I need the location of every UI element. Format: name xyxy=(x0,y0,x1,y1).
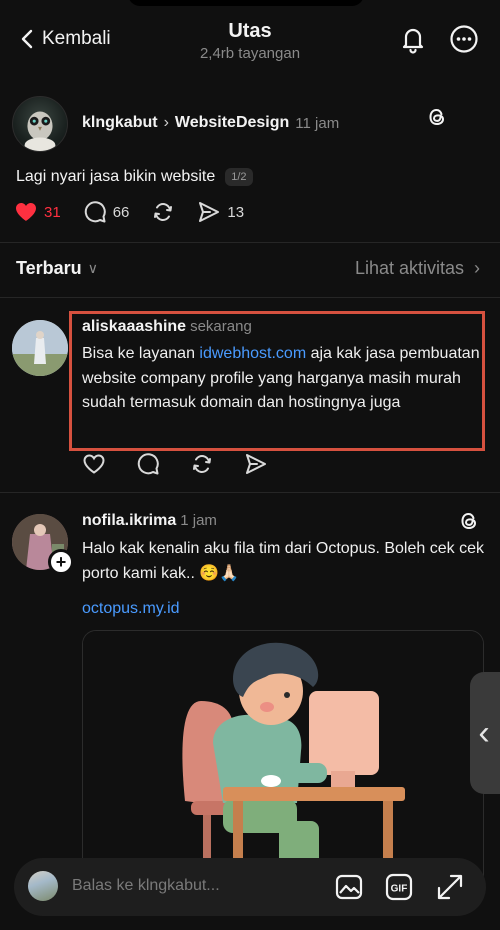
sort-dropdown[interactable]: Terbaru ∨ xyxy=(16,258,98,279)
page-title: Utas xyxy=(228,20,272,42)
gif-icon[interactable]: GIF xyxy=(384,872,414,902)
reply-count: 66 xyxy=(112,203,130,221)
title-block: Utas 2,4rb tayangan xyxy=(150,20,350,62)
post-actions: 31 66 13 xyxy=(14,200,266,224)
reply-text: Halo kak kenalin aku fila tim dari Octop… xyxy=(82,540,484,582)
reply-link[interactable]: octopus.my.id xyxy=(82,597,180,622)
reply-time: 1 jam xyxy=(180,512,217,529)
follow-plus-button[interactable]: + xyxy=(48,549,74,575)
sort-label: Terbaru xyxy=(16,258,82,278)
reply-author[interactable]: aliskaaashine xyxy=(82,318,186,335)
chevron-right-icon: › xyxy=(163,114,169,131)
share-count: 13 xyxy=(227,203,245,221)
view-activity-link[interactable]: Lihat aktivitas › xyxy=(355,258,480,279)
share-button[interactable]: 13 xyxy=(197,200,244,224)
post-author-line: klngkabut › WebsiteDesign 11 jam xyxy=(82,114,339,132)
post-pager[interactable]: 1/2 xyxy=(225,168,253,186)
reply-composer[interactable]: Balas ke klngkabut... GIF xyxy=(14,858,486,916)
like-button[interactable]: 31 xyxy=(14,200,61,224)
avatar-photo xyxy=(12,320,68,376)
reply-time: sekarang xyxy=(190,318,252,335)
post-time: 11 jam xyxy=(295,114,340,132)
back-label: Kembali xyxy=(42,28,111,49)
reply-avatar[interactable] xyxy=(12,320,68,376)
repost-button[interactable] xyxy=(151,200,175,224)
reply-link[interactable]: idwebhost.com xyxy=(199,345,306,362)
reply-author-line: aliskaaashine sekarang xyxy=(82,318,252,336)
image-icon[interactable] xyxy=(334,872,364,902)
chevron-left-icon xyxy=(21,29,33,49)
send-icon xyxy=(199,202,220,222)
owl-avatar-image xyxy=(24,111,56,151)
comment-icon xyxy=(84,201,106,223)
post-author[interactable]: klngkabut xyxy=(82,114,158,132)
post-topic[interactable]: WebsiteDesign xyxy=(175,114,289,132)
top-bar: Kembali Utas 2,4rb tayangan xyxy=(0,0,500,80)
reply-input[interactable]: Balas ke klngkabut... xyxy=(72,877,220,895)
reply-author[interactable]: nofila.ikrima xyxy=(82,512,176,529)
post-text: Lagi nyari jasa bikin website xyxy=(16,168,216,185)
back-button[interactable]: Kembali xyxy=(18,28,111,50)
svg-text:GIF: GIF xyxy=(391,884,408,895)
author-avatar[interactable] xyxy=(12,96,68,152)
view-count: 2,4rb tayangan xyxy=(199,45,301,62)
reply-author-line: nofila.ikrima 1 jam xyxy=(82,512,217,530)
divider xyxy=(0,297,500,298)
comment-icon[interactable] xyxy=(136,452,160,476)
send-icon[interactable] xyxy=(244,452,268,476)
chevron-right-icon: › xyxy=(474,258,480,278)
bell-icon[interactable] xyxy=(398,24,428,54)
reply-text: Bisa ke layanan idwebhost.com aja kak ja… xyxy=(82,342,482,416)
more-options-icon[interactable] xyxy=(449,24,479,54)
like-count: 31 xyxy=(44,203,61,221)
avatar xyxy=(28,871,58,901)
illustration-person-at-computer xyxy=(83,631,483,889)
side-panel-handle[interactable]: ‹ xyxy=(470,672,500,794)
divider xyxy=(0,492,500,493)
link-preview-image[interactable] xyxy=(82,630,484,890)
reply-button[interactable]: 66 xyxy=(83,200,130,224)
divider xyxy=(0,242,500,243)
expand-icon[interactable] xyxy=(435,872,465,902)
activity-label: Lihat aktivitas xyxy=(354,258,464,278)
chevron-left-icon: ‹ xyxy=(478,713,490,752)
reply-text-start: Bisa ke layanan xyxy=(82,345,195,362)
heart-icon[interactable] xyxy=(82,452,106,476)
chevron-down-icon: ∨ xyxy=(87,260,98,276)
heart-filled-icon xyxy=(16,203,36,221)
repost-icon[interactable] xyxy=(190,452,214,476)
threads-logo-icon xyxy=(429,108,445,126)
post-body: Lagi nyari jasa bikin website 1/2 xyxy=(16,168,253,186)
reply-actions xyxy=(82,452,268,476)
threads-logo-icon xyxy=(461,512,477,530)
repost-icon xyxy=(154,203,173,221)
